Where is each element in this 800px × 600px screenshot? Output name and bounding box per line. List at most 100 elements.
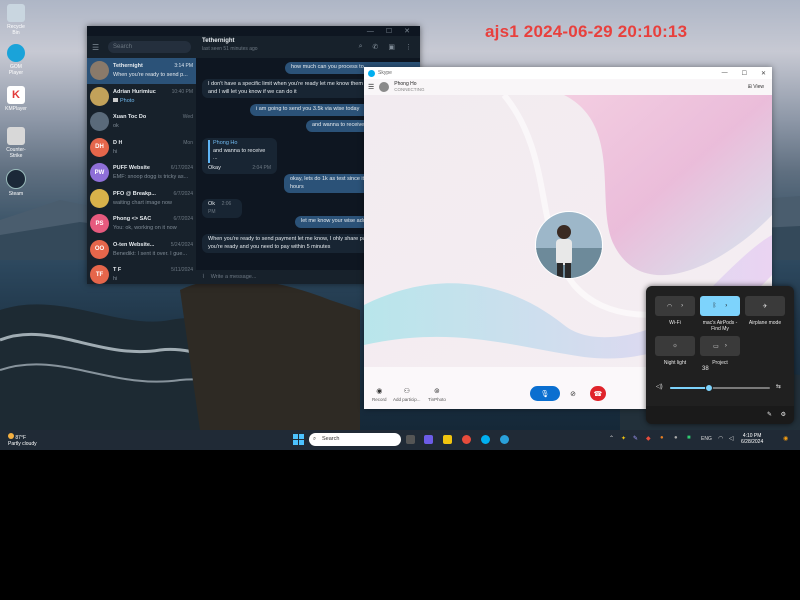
tray-app-icon[interactable]: ✎ [633,435,638,442]
chevron-right-icon[interactable]: › [725,303,727,309]
chat-item-tf[interactable]: TF T F 5/11/2024 hi [87,262,196,288]
chat-time: 3:14 PM [174,63,193,70]
app-title: Skype [378,70,392,76]
chat-item-puff-website[interactable]: PW PUFF Website 6/17/2024 EMF: snoop dogg… [87,160,196,186]
project-tile[interactable]: ▭ › [700,336,740,356]
weather-icon [8,433,14,439]
clock[interactable]: 4:10 PM 6/28/2024 [741,433,763,445]
tray-app-icon[interactable]: ● [660,435,664,441]
chat-name: O-ten Website... [113,241,155,248]
maximize-icon[interactable]: ☐ [386,27,392,35]
end-call-icon: ☎ [593,390,603,398]
volume-icon[interactable]: ◁ [729,435,734,442]
chat-item-xuan-toc-do[interactable]: Xuan Toc Do Wed ok [87,109,196,135]
volume-slider[interactable] [670,384,770,392]
bluetooth-tile[interactable]: ᛒ › [700,296,740,316]
task-view-icon[interactable] [406,435,415,444]
camera-toggle-button[interactable]: ⊘ [560,386,586,401]
chrome-icon[interactable] [462,435,471,444]
desktop-icon-recycle-bin[interactable]: Recycle Bin [3,4,29,36]
message-text: Okay [208,164,221,171]
chevron-right-icon[interactable]: › [725,343,727,349]
chat-preview: When you're ready to send p... [113,72,188,79]
audio-output-icon[interactable]: ⇆ [776,383,781,390]
add-participant-button[interactable]: ⚇ Add particip... [393,387,421,402]
wifi-tile[interactable]: ◠ › [655,296,695,316]
more-options-icon[interactable]: ⋮ [405,43,412,51]
chat-item-pfo[interactable]: PFO @ Breakp... 6/7/2024 waiting chart im… [87,186,196,212]
night-light-tile[interactable]: ☼ [655,336,695,356]
chat-item-tethernight[interactable]: Tethernight 3:14 PM When you're ready to … [87,58,196,84]
message-input[interactable]: Write a message... [211,274,257,280]
photo-button[interactable]: ⊚ TinPhoto [428,387,446,402]
desktop-icon-counter-strike[interactable]: Counter-Strike [3,127,29,159]
edit-icon[interactable]: ✎ [767,411,772,418]
chat-app-icon[interactable] [424,435,433,444]
taskbar-search[interactable]: ⌕ Search [309,433,401,446]
tray-app-icon[interactable]: ■ [687,435,691,441]
avatar: PS [90,214,109,234]
desktop-icon-steam[interactable]: Steam [3,169,29,197]
volume-level-readout: 38 [702,366,709,372]
kmplayer-icon: K [7,86,25,104]
file-explorer-icon[interactable] [443,435,452,444]
chat-item-adrian[interactable]: Adrian Hurimiuc 10:40 PM Photo [87,84,196,110]
chat-preview: EMF: snoop dogg is tricky as... [113,174,189,181]
desktop-icon-label: KMPlayer [5,106,27,112]
maximize-icon[interactable]: ☐ [742,70,747,77]
action-label: TinPhoto [428,397,446,402]
volume-slider-thumb[interactable] [705,384,713,392]
settings-icon[interactable]: ⚙ [781,411,786,418]
menu-icon[interactable]: ☰ [92,43,102,52]
chat-item-dh[interactable]: DH D H Mon hi [87,135,196,161]
chevron-up-icon[interactable]: ⌃ [609,435,614,442]
reply-quote[interactable]: Phong Ho and wanna to receive ... [208,140,271,163]
airplane-icon: ✈ [762,303,768,310]
call-header: ☰ Phong Ho CONNECTING ⊞ View [364,79,772,95]
microphone-button[interactable]: 🎙 [530,386,560,401]
record-button[interactable]: ◉ Record [372,387,387,402]
chat-search-input[interactable]: Search [108,41,191,53]
avatar [90,61,109,81]
add-participant-icon: ⚇ [403,388,410,395]
telegram-titlebar: — ☐ ✕ [87,26,420,36]
minimize-icon[interactable]: — [722,70,728,77]
chat-time: 6/7/2024 [173,216,193,223]
recording-watermark: ajs1 2024-06-29 20:10:13 [485,22,688,41]
tray-app-icon[interactable]: ◆ [646,435,651,442]
call-status: CONNECTING [394,87,425,92]
start-button[interactable] [293,434,304,445]
quick-settings-panel: ◠ › ᛒ › ✈ Wi-Fi mac's AirPods - Find My Ai… [646,286,794,424]
language-indicator[interactable]: ENG [701,436,712,442]
close-icon[interactable]: ✕ [761,70,766,77]
attach-icon[interactable]: ⌇ [202,274,205,280]
search-icon[interactable]: ⌕ [359,43,363,51]
conversation-actions: ⌕ ✆ ▣ ⋮ [359,43,412,51]
close-icon[interactable]: ✕ [404,27,410,35]
tray-app-icon[interactable]: ✦ [621,435,626,442]
tray-app-icon[interactable]: ● [674,435,678,441]
telegram-icon[interactable] [500,435,509,444]
chat-preview: Photo [120,97,135,104]
end-call-button[interactable]: ☎ [590,386,606,401]
avatar: DH [90,137,109,157]
message-time: 2:04 PM [252,164,271,171]
sidebar-toggle-icon[interactable]: ▣ [388,43,395,51]
menu-icon[interactable]: ☰ [368,83,374,91]
desktop-icon-media-player[interactable]: GOM Player [3,44,29,76]
minimize-icon[interactable]: — [367,28,374,35]
chat-item-phong-sac[interactable]: PS Phong <> SAC 6/7/2024 You: ok, working… [87,211,196,237]
desktop-icon-kmplayer[interactable]: K KMPlayer [3,86,29,112]
skype-icon[interactable] [481,435,490,444]
wifi-icon[interactable]: ◠ [718,435,723,442]
chat-name: D H [113,139,123,146]
weather-widget[interactable]: 87°F Partly cloudy [8,433,37,447]
volume-icon[interactable]: ◁) [656,383,663,390]
chevron-right-icon[interactable]: › [681,303,683,309]
desktop-icon-label: GOM Player [8,64,24,76]
view-button[interactable]: ⊞ View [748,84,764,90]
airplane-mode-tile[interactable]: ✈ [745,296,785,316]
notification-icon[interactable]: ◉ [783,435,788,442]
chat-item-oten-website[interactable]: OO O-ten Website... 5/24/2024 Benedikt: I… [87,237,196,263]
phone-icon[interactable]: ✆ [373,43,379,51]
